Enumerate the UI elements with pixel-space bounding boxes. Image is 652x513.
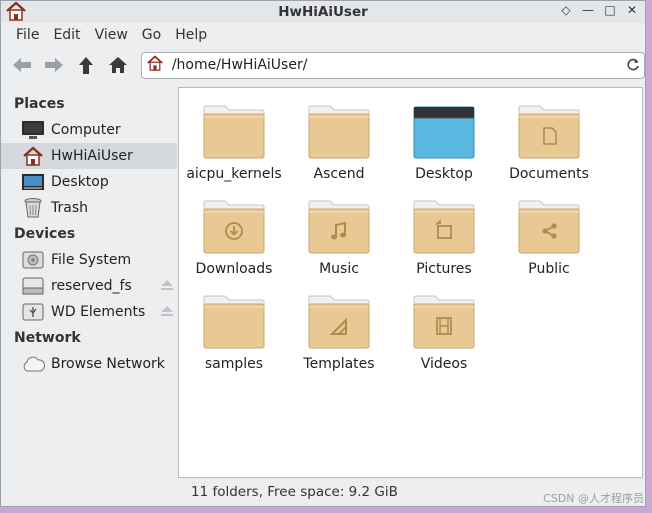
folder-item[interactable]: Videos [394, 294, 494, 372]
file-view[interactable]: aicpu_kernels Ascend Desktop Documents Downl… [178, 87, 643, 478]
collapse-button[interactable]: ◇ [559, 3, 573, 17]
folder-icon [308, 104, 370, 160]
menubar: File Edit View Go Help [1, 23, 645, 47]
sidebar-item-browse-network[interactable]: Browse Network [1, 351, 177, 377]
folder-label: Downloads [195, 261, 273, 277]
arrow-up-icon [78, 57, 93, 74]
drive-icon [21, 249, 45, 271]
folder-item[interactable]: Downloads [184, 199, 284, 277]
folder-item[interactable]: aicpu_kernels [184, 104, 284, 182]
sidebar-item-label: HwHiAiUser [51, 148, 133, 164]
public-folder-icon [518, 199, 580, 255]
computer-icon [21, 119, 45, 141]
folder-label: samples [204, 356, 264, 372]
sidebar-item-label: WD Elements [51, 304, 146, 320]
menu-edit[interactable]: Edit [46, 27, 87, 43]
folder-item[interactable]: samples [184, 294, 284, 372]
folder-icon [203, 294, 265, 350]
folder-label: Ascend [313, 166, 365, 182]
home-icon [146, 55, 164, 75]
file-manager-window: HwHiAiUser ◇ — □ ✕ File Edit View Go Hel… [0, 0, 646, 507]
sidebar-item-computer[interactable]: Computer [1, 117, 177, 143]
network-icon [21, 353, 45, 375]
menu-file[interactable]: File [9, 27, 46, 43]
maximize-button[interactable]: □ [603, 3, 617, 17]
sidebar-item-file-system[interactable]: File System [1, 247, 177, 273]
home-icon [21, 145, 45, 167]
eject-icon[interactable] [160, 305, 174, 321]
documents-folder-icon [518, 104, 580, 160]
sidebar-item-label: reserved_fs [51, 278, 132, 294]
menu-go[interactable]: Go [135, 27, 168, 43]
sidebar-item-label: Computer [51, 122, 121, 138]
sidebar-header-devices: Devices [14, 226, 76, 242]
desktop-icon [21, 171, 45, 193]
minimize-button[interactable]: — [581, 3, 595, 17]
titlebar[interactable]: HwHiAiUser ◇ — □ ✕ [1, 1, 645, 23]
home-icon [108, 57, 127, 73]
sidebar-header-places: Places [14, 96, 65, 112]
eject-icon[interactable] [160, 279, 174, 295]
folder-item[interactable]: Documents [499, 104, 599, 182]
sidebar-item-reserved-fs[interactable]: reserved_fs [1, 273, 177, 299]
sidebar-item-desktop[interactable]: Desktop [1, 169, 177, 195]
location-bar[interactable] [140, 51, 645, 79]
close-button[interactable]: ✕ [625, 3, 639, 17]
menu-help[interactable]: Help [168, 27, 214, 43]
folder-item[interactable]: Music [289, 199, 389, 277]
folder-label: Music [319, 261, 359, 277]
folder-item[interactable]: Public [499, 199, 599, 277]
templates-folder-icon [308, 294, 370, 350]
home-icon [5, 1, 27, 25]
sidebar-item-wd-elements[interactable]: WD Elements [1, 299, 177, 325]
folder-item[interactable]: Pictures [394, 199, 494, 277]
drive-icon [21, 275, 45, 297]
videos-folder-icon [413, 294, 475, 350]
sidebar-item-label: Browse Network [51, 356, 165, 372]
folder-label: Pictures [416, 261, 472, 277]
music-folder-icon [308, 199, 370, 255]
folder-label: aicpu_kernels [186, 166, 282, 182]
status-text: 11 folders, Free space: 9.2 GiB [191, 484, 398, 500]
reload-button[interactable] [622, 58, 644, 72]
sidebar-item-label: Desktop [51, 174, 109, 190]
sidebar-item-trash[interactable]: Trash [1, 195, 177, 221]
folder-item[interactable]: Ascend [289, 104, 389, 182]
folder-label: Documents [509, 166, 589, 182]
folder-icon [203, 104, 265, 160]
folder-label: Public [528, 261, 570, 277]
window-title: HwHiAiUser [278, 4, 368, 20]
sidebar-header-network: Network [14, 330, 81, 346]
location-input[interactable] [169, 56, 622, 74]
folder-label: Desktop [415, 166, 473, 182]
folder-label: Videos [420, 356, 468, 372]
pictures-folder-icon [413, 199, 475, 255]
downloads-folder-icon [203, 199, 265, 255]
folder-item[interactable]: Templates [289, 294, 389, 372]
desktop-folder-icon [413, 104, 475, 160]
reload-icon [627, 58, 639, 71]
arrow-right-icon [44, 58, 63, 72]
sidebar-item-label: Trash [51, 200, 88, 216]
toolbar [1, 47, 645, 83]
watermark: CSDN @人才程序员 [543, 492, 644, 505]
menu-view[interactable]: View [88, 27, 135, 43]
back-button[interactable] [9, 52, 35, 78]
folder-item[interactable]: Desktop [394, 104, 494, 182]
trash-icon [21, 197, 45, 219]
folder-label: Templates [303, 356, 375, 372]
sidebar-item-home[interactable]: HwHiAiUser [1, 143, 177, 169]
forward-button[interactable] [41, 52, 67, 78]
usb-drive-icon [21, 301, 45, 323]
up-button[interactable] [73, 52, 99, 78]
sidebar-item-label: File System [51, 252, 132, 268]
arrow-left-icon [12, 58, 31, 72]
sidebar: Places Computer HwHiAiUser Desktop Trash… [1, 87, 177, 506]
home-button[interactable] [105, 52, 131, 78]
